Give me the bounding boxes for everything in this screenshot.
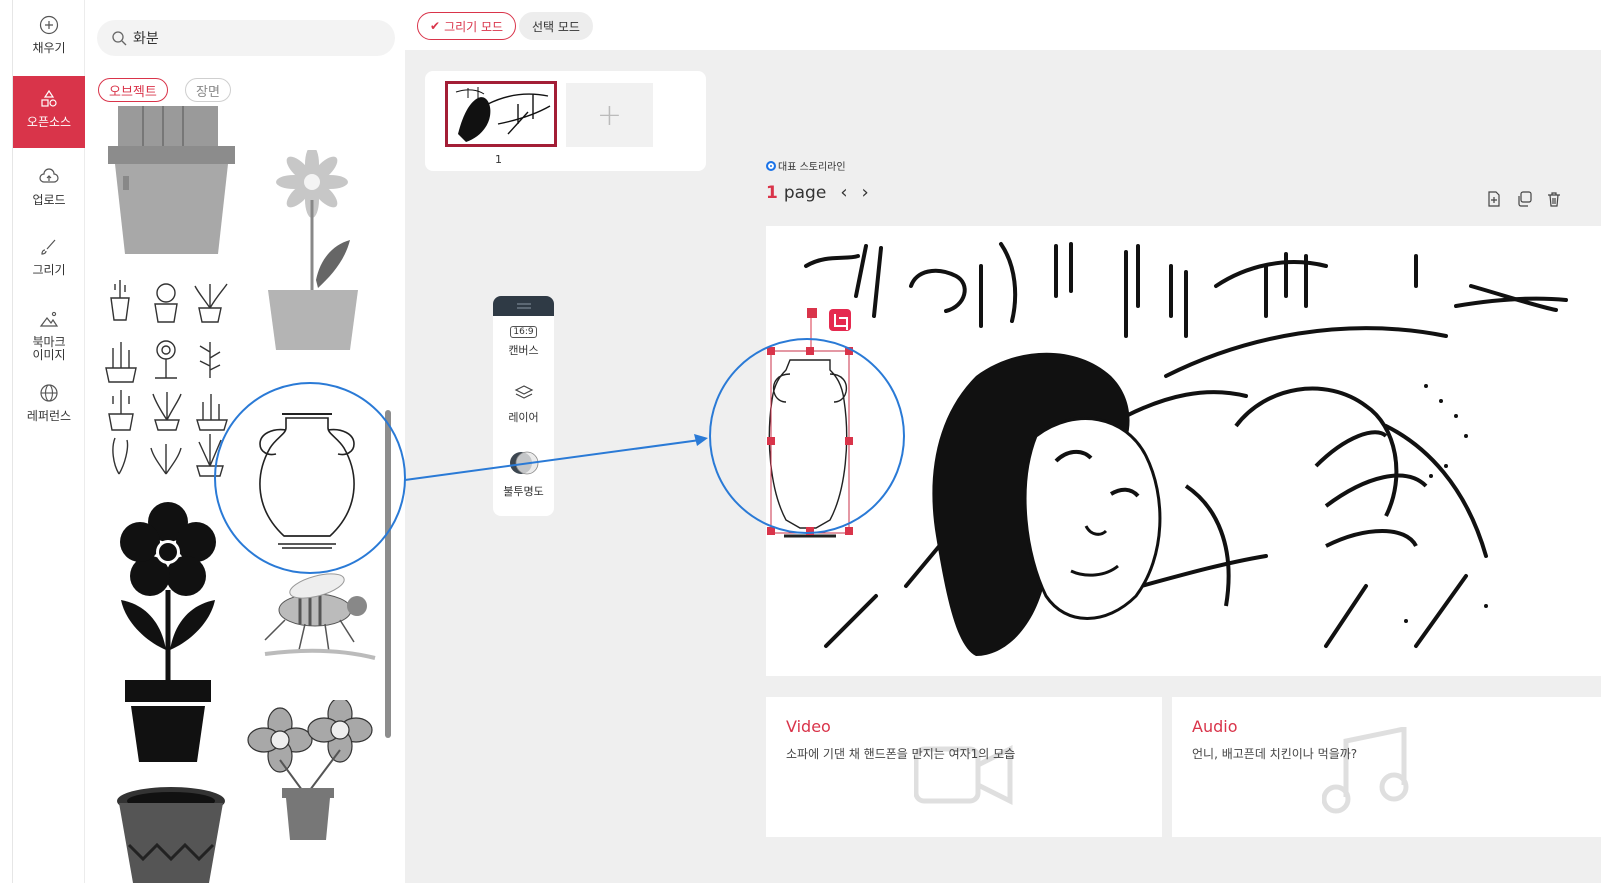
opacity-icon	[509, 450, 539, 479]
layer-tool[interactable]: 레이어	[493, 384, 554, 425]
audio-card[interactable]: Audio 언니, 배고픈데 치킨이나 먹을까?	[1172, 697, 1601, 837]
floating-toolbox: 16:9 캔버스 레이어 불투명도	[493, 296, 554, 516]
sketch-artwork	[766, 226, 1601, 676]
radio-dot	[766, 160, 776, 171]
rail-item-label-line2: 이미지	[32, 348, 66, 362]
page-thumbnails: 1 +	[425, 71, 706, 171]
asset-gray-flowers-pot[interactable]	[240, 700, 380, 845]
audio-card-description: 언니, 배고픈데 치킨이나 먹을까?	[1192, 747, 1358, 761]
storyline-radio[interactable]: 대표 스토리라인	[766, 158, 846, 173]
search-input[interactable]: 화분	[97, 20, 395, 56]
check-icon: ✔	[430, 19, 441, 33]
trash-icon[interactable]	[1545, 190, 1563, 208]
chip-object[interactable]: 오브젝트	[98, 78, 168, 102]
rail-item-label: 채우기	[32, 41, 66, 55]
prev-page-button[interactable]: ‹	[840, 182, 847, 203]
asset-cactus-grid[interactable]	[103, 278, 238, 478]
crop-icon[interactable]	[829, 309, 851, 331]
opacity-tool[interactable]: 불투명도	[493, 450, 554, 499]
rail-item-fill[interactable]: 채우기	[13, 14, 85, 55]
shapes-icon	[38, 88, 60, 110]
page-thumbnail-number: 1	[495, 153, 502, 166]
draw-mode-button[interactable]: ✔ 그리기 모드	[417, 12, 517, 40]
duplicate-icon[interactable]	[1515, 190, 1533, 208]
rail-item-label: 오픈소스	[26, 115, 72, 129]
rail-item-label: 그리기	[32, 263, 66, 277]
plus-circle-icon	[38, 14, 60, 36]
asset-scrollbar[interactable]	[385, 410, 391, 738]
rail-item-label: 업로드	[32, 193, 66, 207]
bookmark-image-icon	[38, 308, 60, 330]
audio-card-title: Audio	[1192, 717, 1238, 736]
upload-cloud-icon	[38, 166, 60, 188]
page-thumbnail[interactable]	[445, 81, 557, 147]
page-word: page	[783, 182, 827, 203]
music-note-icon	[1322, 727, 1409, 814]
select-mode-button[interactable]: 선택 모드	[519, 12, 593, 40]
rail-item-bookmark-image[interactable]: 북마크 이미지	[13, 308, 85, 362]
layers-icon	[514, 384, 534, 405]
rail-item-draw[interactable]: 그리기	[13, 236, 85, 277]
tool-rail: 채우기 오픈소스 업로드 그리기 북마크 이미지 레퍼런스	[12, 0, 85, 883]
page-actions	[1485, 190, 1563, 208]
page-navigator: 1 page ‹ ›	[766, 182, 869, 203]
drawing-canvas[interactable]	[766, 226, 1601, 676]
asset-bee[interactable]	[245, 570, 380, 670]
asset-black-flower-pot[interactable]	[103, 500, 233, 765]
rail-item-label: 레퍼런스	[26, 409, 72, 423]
aspect-ratio-icon: 16:9	[510, 326, 537, 338]
search-icon	[111, 30, 127, 46]
asset-flower-pot[interactable]	[260, 150, 370, 350]
add-page-button[interactable]: +	[566, 83, 653, 147]
canvas-tool-label: 캔버스	[508, 344, 539, 357]
storyline-label: 대표 스토리라인	[778, 162, 846, 173]
chip-scene[interactable]: 장면	[185, 78, 231, 102]
asset-amphora-vase[interactable]	[238, 390, 378, 570]
editor-area: ✔ 그리기 모드 선택 모드 1 + 16:9 캔버스 레이어 불투명도 대표 …	[405, 0, 1601, 883]
rail-item-opensource[interactable]: 오픈소스	[13, 76, 85, 148]
mode-toolbar: ✔ 그리기 모드 선택 모드	[405, 0, 1601, 50]
search-value: 화분	[133, 31, 159, 47]
asset-gray-pot[interactable]	[103, 106, 238, 256]
add-page-icon[interactable]	[1485, 190, 1503, 208]
video-card-title: Video	[786, 717, 831, 736]
draw-mode-label: 그리기 모드	[444, 19, 504, 34]
opacity-tool-label: 불투명도	[503, 485, 544, 498]
brush-icon	[38, 236, 60, 258]
asset-panel: 화분 오브젝트 장면	[85, 0, 405, 883]
video-card-description: 소파에 기댄 채 핸드폰을 만지는 여자1의 모습	[786, 747, 1016, 761]
canvas-tool[interactable]: 16:9 캔버스	[493, 326, 554, 358]
globe-icon	[38, 382, 60, 404]
video-card[interactable]: Video 소파에 기댄 채 핸드폰을 만지는 여자1의 모습	[766, 697, 1162, 837]
next-page-button[interactable]: ›	[862, 182, 869, 203]
asset-black-planter[interactable]	[113, 785, 233, 883]
rail-item-upload[interactable]: 업로드	[13, 166, 85, 207]
drag-handle[interactable]	[493, 296, 554, 316]
page-number: 1	[766, 182, 778, 203]
layer-tool-label: 레이어	[508, 411, 539, 424]
rail-item-reference[interactable]: 레퍼런스	[13, 382, 85, 423]
